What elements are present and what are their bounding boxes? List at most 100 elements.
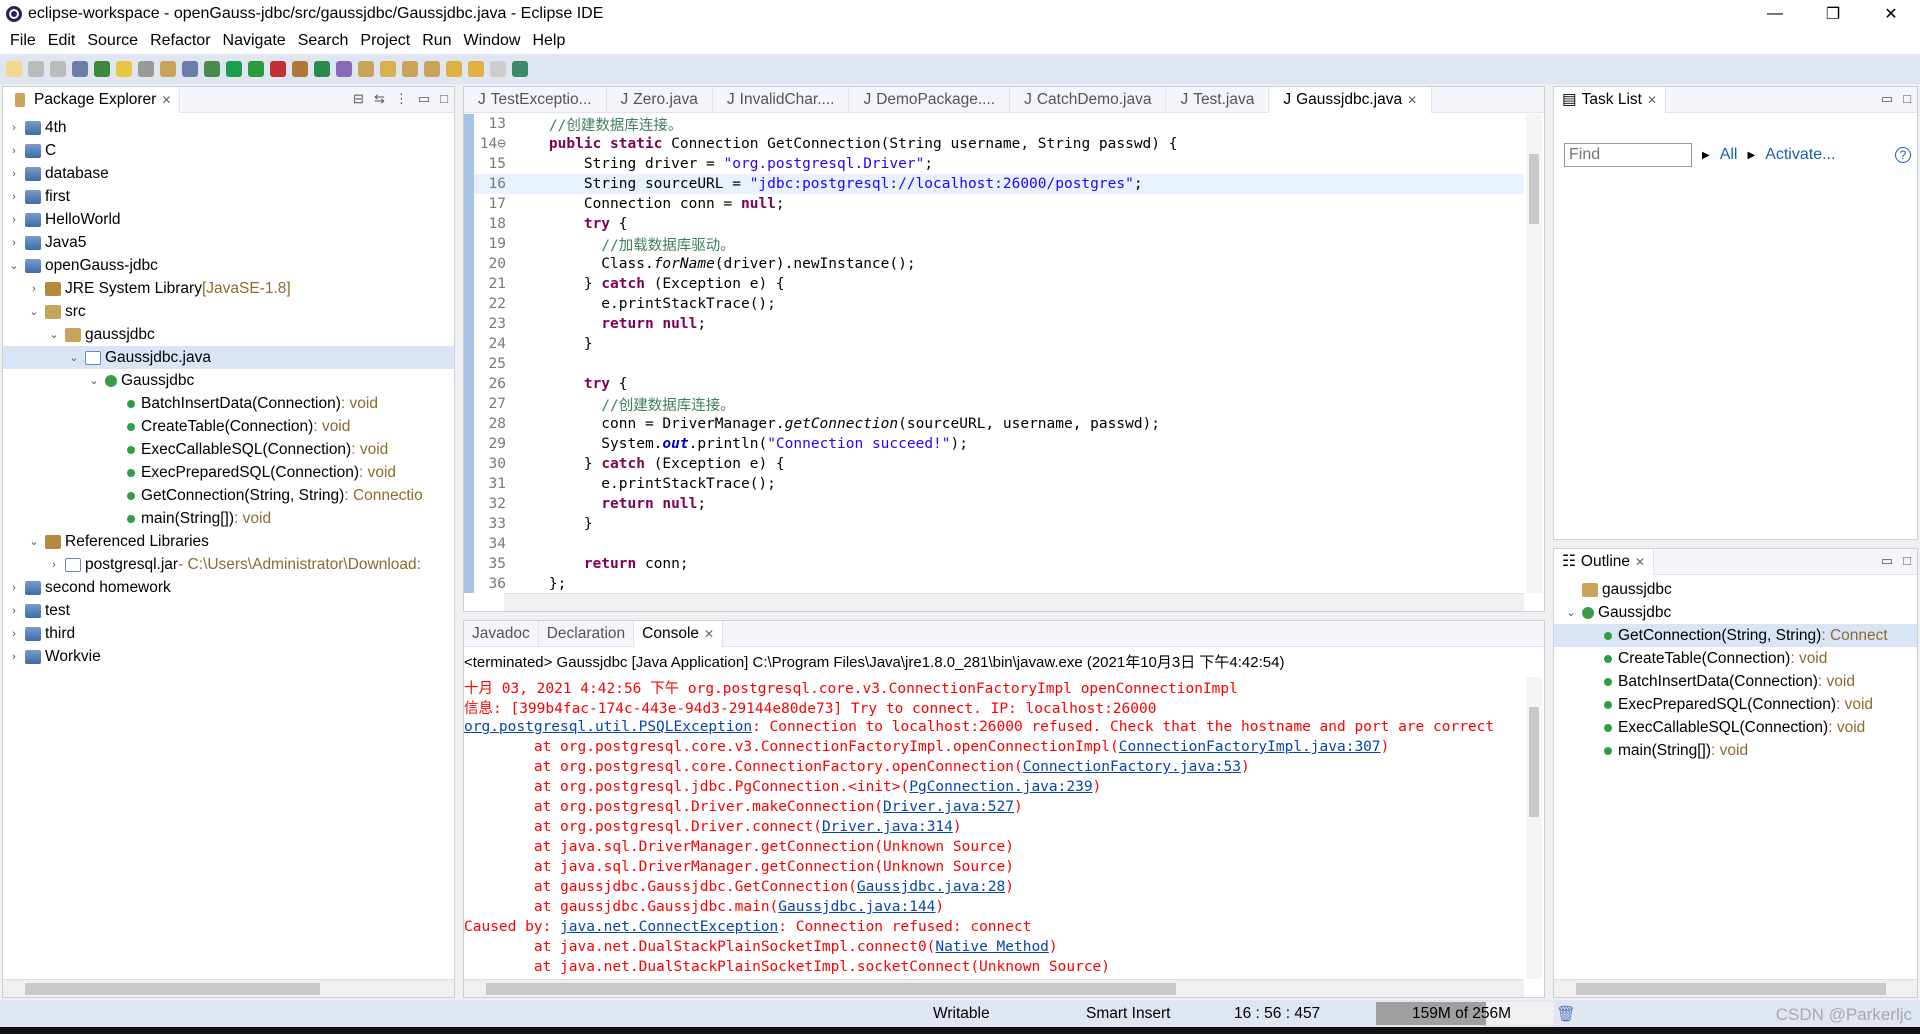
toolbar-button-icon[interactable] (94, 61, 110, 77)
toolbar-button-icon[interactable] (446, 61, 462, 77)
all-link[interactable]: All (1720, 146, 1738, 164)
tree-item[interactable]: BatchInsertData(Connection) : void (1554, 670, 1917, 693)
toolbar-button-icon[interactable] (358, 61, 374, 77)
tree-item[interactable]: › database (3, 162, 454, 185)
editor-tab[interactable]: J InvalidChar.... (713, 86, 850, 113)
chevron-down-icon[interactable]: ⌄ (27, 305, 41, 318)
toolbar-button-icon[interactable] (468, 61, 484, 77)
chevron-down-icon[interactable]: ⌄ (1564, 606, 1578, 619)
tree-item[interactable]: ⌄ Gaussjdbc (1554, 601, 1917, 624)
tree-item[interactable]: › postgresql.jar - C:\Users\Administrator… (3, 553, 454, 576)
chevron-down-icon[interactable]: ⌄ (67, 351, 81, 364)
vertical-scrollbar[interactable] (1526, 114, 1542, 593)
menu-run[interactable]: Run (416, 32, 457, 50)
toolbar-button-icon[interactable] (160, 61, 176, 77)
tree-item[interactable]: main(String[]) : void (3, 507, 454, 530)
toolbar-button-icon[interactable] (182, 61, 198, 77)
tree-item[interactable]: ⌄ gaussjdbc (3, 323, 454, 346)
tree-item[interactable]: ⌄ Referenced Libraries (3, 530, 454, 553)
editor-tab[interactable]: J TestExceptio... (464, 86, 607, 113)
toolbar-button-icon[interactable] (28, 61, 44, 77)
tree-item[interactable]: › first (3, 185, 454, 208)
minimize-icon[interactable]: ▭ (1881, 553, 1893, 569)
chevron-right-icon[interactable]: › (7, 122, 21, 134)
tree-item[interactable]: › C (3, 139, 454, 162)
menu-source[interactable]: Source (81, 32, 144, 50)
link-editor-icon[interactable]: ⇆ (374, 91, 385, 107)
menu-refactor[interactable]: Refactor (144, 32, 216, 50)
editor-tab[interactable]: J Zero.java (607, 86, 713, 113)
tree-item[interactable]: GetConnection(String, String) : Connecti… (3, 484, 454, 507)
link[interactable]: ConnectionFactoryImpl.java:307 (1119, 739, 1381, 755)
toolbar-button-icon[interactable] (380, 61, 396, 77)
editor-tab[interactable]: J Gaussjdbc.java ✕ (1269, 86, 1433, 113)
console-horizontal-scrollbar[interactable] (464, 979, 1524, 997)
close-button[interactable]: ✕ (1862, 0, 1920, 28)
toolbar-button-icon[interactable] (6, 61, 22, 77)
minimize-button[interactable]: — (1746, 0, 1804, 28)
close-icon[interactable]: ✕ (1647, 93, 1657, 107)
chevron-right-icon[interactable]: › (7, 214, 21, 226)
tree-item[interactable]: › 4th (3, 116, 454, 139)
code-editor[interactable]: 13 //创建数据库连接。 14⊖ public static Connectio… (474, 114, 1524, 594)
tree-item[interactable]: › Java5 (3, 231, 454, 254)
heap-status[interactable]: 159M of 256M (1376, 1002, 1554, 1025)
tree-item[interactable]: BatchInsertData(Connection) : void (3, 392, 454, 415)
maximize-icon[interactable]: □ (1903, 91, 1911, 107)
close-icon[interactable]: ✕ (1635, 555, 1645, 569)
chevron-right-icon[interactable]: › (7, 145, 21, 157)
help-icon[interactable]: ? (1895, 147, 1911, 163)
tree-item[interactable]: ⌄ src (3, 300, 454, 323)
horizontal-scrollbar[interactable] (3, 979, 454, 997)
toolbar-button-icon[interactable] (248, 61, 264, 77)
tree-item[interactable]: ExecCallableSQL(Connection) : void (1554, 716, 1917, 739)
link[interactable]: Gaussjdbc.java:28 (857, 879, 1005, 895)
close-icon[interactable]: ✕ (704, 627, 714, 641)
link[interactable]: Gaussjdbc.java:144 (778, 899, 935, 915)
minimize-icon[interactable]: ▭ (1881, 91, 1893, 107)
toolbar-button-icon[interactable] (314, 61, 330, 77)
toolbar-button-icon[interactable] (72, 61, 88, 77)
toolbar-button-icon[interactable] (138, 61, 154, 77)
toolbar-button-icon[interactable] (204, 61, 220, 77)
chevron-right-icon[interactable]: › (7, 651, 21, 663)
tree-item[interactable]: CreateTable(Connection) : void (3, 415, 454, 438)
toolbar-button-icon[interactable] (292, 61, 308, 77)
tree-item[interactable]: GetConnection(String, String) : Connect (1554, 624, 1917, 647)
toolbar-button-icon[interactable] (512, 61, 528, 77)
restore-button[interactable]: ❐ (1804, 0, 1862, 28)
toolbar-button-icon[interactable] (490, 61, 506, 77)
chevron-down-icon[interactable]: ⌄ (7, 259, 21, 272)
tree-item[interactable]: › second homework (3, 576, 454, 599)
console-output[interactable]: 十月 03, 2021 4:42:56 下午 org.postgresql.co… (464, 677, 1524, 977)
chevron-down-icon[interactable]: ⌄ (47, 328, 61, 341)
tab-task-list[interactable]: ▤ Task List ✕ (1554, 86, 1667, 113)
view-menu-icon[interactable]: ⋮ (395, 91, 408, 107)
tree-item[interactable]: ExecPreparedSQL(Connection) : void (3, 461, 454, 484)
toolbar-button-icon[interactable] (50, 61, 66, 77)
menu-search[interactable]: Search (292, 32, 355, 50)
menu-project[interactable]: Project (354, 32, 416, 50)
tree-item[interactable]: main(String[]) : void (1554, 739, 1917, 762)
console-vertical-scrollbar[interactable] (1526, 677, 1542, 979)
chevron-right-icon[interactable]: › (7, 168, 21, 180)
toolbar-button-icon[interactable] (226, 61, 242, 77)
toolbar-button-icon[interactable] (336, 61, 352, 77)
activate-link[interactable]: Activate... (1765, 146, 1835, 164)
editor-horizontal-scrollbar[interactable] (504, 593, 1524, 611)
maximize-icon[interactable]: □ (1903, 553, 1911, 569)
chevron-down-icon[interactable]: ⌄ (27, 535, 41, 548)
menu-edit[interactable]: Edit (42, 32, 82, 50)
tree-item[interactable]: › third (3, 622, 454, 645)
console-tab-javadoc[interactable]: Javadoc (464, 620, 539, 647)
chevron-right-icon[interactable]: › (7, 191, 21, 203)
maximize-icon[interactable]: □ (440, 91, 448, 107)
console-tab-declaration[interactable]: Declaration (539, 620, 635, 647)
toolbar-button-icon[interactable] (402, 61, 418, 77)
chevron-right-icon[interactable]: › (7, 237, 21, 249)
menu-file[interactable]: File (4, 32, 42, 50)
tree-item[interactable]: ⌄ openGauss-jdbc (3, 254, 454, 277)
tree-item[interactable]: ExecCallableSQL(Connection) : void (3, 438, 454, 461)
close-icon[interactable]: ✕ (1407, 93, 1417, 107)
editor-tab[interactable]: J Test.java (1166, 86, 1270, 113)
